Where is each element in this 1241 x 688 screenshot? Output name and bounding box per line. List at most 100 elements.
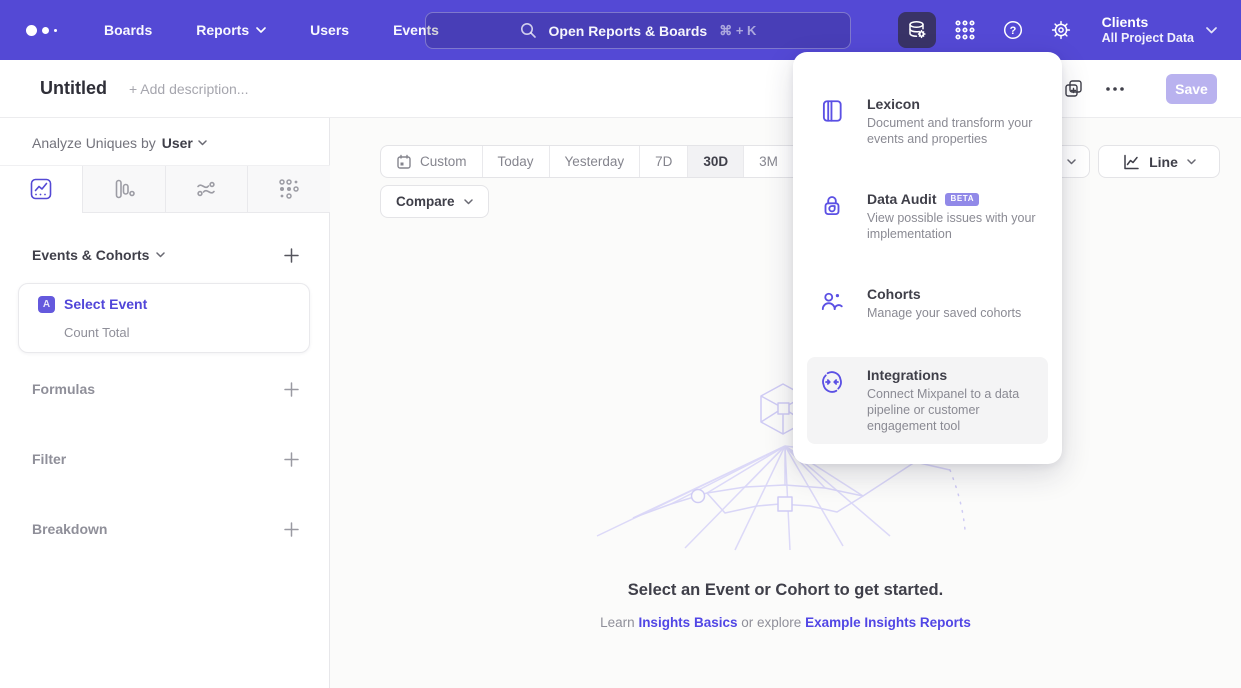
date-range-30d[interactable]: 30D <box>687 146 743 177</box>
menu-item-integrations-description: Connect Mixpanel to a data pipeline or c… <box>867 386 1043 434</box>
tab-bar-chart[interactable] <box>82 166 165 213</box>
date-range-3m[interactable]: 3M <box>743 146 793 177</box>
help-button[interactable]: ? <box>994 12 1032 48</box>
lexicon-book-icon <box>819 96 845 147</box>
empty-state-middle: or explore <box>741 615 801 630</box>
add-description-field[interactable]: + Add description... <box>129 81 248 97</box>
plus-icon <box>284 248 299 263</box>
plus-icon <box>284 522 299 537</box>
chevron-down-icon <box>1206 27 1217 34</box>
help-icon: ? <box>1002 19 1024 41</box>
search-icon <box>520 22 537 39</box>
date-range-today-label: Today <box>498 154 534 169</box>
tab-stacked-chart[interactable] <box>165 166 248 213</box>
add-breakdown-button[interactable] <box>284 522 299 537</box>
svg-text:?: ? <box>1009 25 1016 37</box>
event-card[interactable]: A Select Event Count Total <box>18 283 310 353</box>
chevron-down-icon <box>1067 159 1076 165</box>
filter-label: Filter <box>32 451 66 467</box>
chart-type-label: Line <box>1149 154 1178 170</box>
menu-item-lexicon-title: Lexicon <box>867 96 920 112</box>
apps-grid-button[interactable] <box>946 12 984 48</box>
project-name: Clients <box>1102 14 1194 31</box>
copy-plus-icon <box>1064 79 1083 98</box>
date-range-7d-label: 7D <box>655 154 672 169</box>
breakdown-section: Breakdown <box>32 521 299 537</box>
calendar-icon <box>396 154 412 170</box>
menu-item-data-audit-title: Data Audit <box>867 191 936 207</box>
nav-item-users-label: Users <box>310 22 349 38</box>
date-range-30d-label: 30D <box>703 154 728 169</box>
add-formula-button[interactable] <box>284 382 299 397</box>
date-range-3m-label: 3M <box>759 154 778 169</box>
menu-item-integrations-title: Integrations <box>867 367 947 383</box>
chevron-down-icon <box>198 140 207 146</box>
events-cohorts-label: Events & Cohorts <box>32 247 149 263</box>
gear-icon <box>1050 19 1072 41</box>
global-search-button[interactable]: Open Reports & Boards ⌘ + K <box>425 12 851 49</box>
duplicate-button[interactable] <box>1058 74 1088 104</box>
mixpanel-logo-icon[interactable] <box>26 25 66 36</box>
insights-basics-link[interactable]: Insights Basics <box>638 615 737 630</box>
empty-state: Select an Event or Cohort to get started… <box>330 581 1241 630</box>
date-range-control: Custom Today Yesterday 7D 30D 3M 6M <box>380 145 844 178</box>
menu-item-cohorts-title: Cohorts <box>867 286 921 302</box>
empty-state-title: Select an Event or Cohort to get started… <box>330 581 1241 600</box>
menu-item-integrations[interactable]: Integrations Connect Mixpanel to a data … <box>807 357 1048 444</box>
chevron-down-icon <box>1187 159 1196 165</box>
select-event-button[interactable]: Select Event <box>64 296 147 312</box>
nav-item-boards-label: Boards <box>104 22 152 38</box>
nav-item-reports[interactable]: Reports <box>196 22 266 38</box>
date-range-yesterday-label: Yesterday <box>565 154 625 169</box>
navbar-right: ? Clients All Project Data <box>898 0 1217 60</box>
menu-item-lexicon-description: Document and transform your events and p… <box>867 115 1043 147</box>
empty-state-prefix: Learn <box>600 615 635 630</box>
save-button[interactable]: Save <box>1166 74 1217 104</box>
data-management-menu: Lexicon Document and transform your even… <box>793 52 1062 464</box>
compare-label: Compare <box>396 194 455 209</box>
database-gear-icon <box>906 19 928 41</box>
add-event-button[interactable] <box>284 248 299 263</box>
ellipsis-icon <box>1106 87 1124 91</box>
empty-state-subtitle: Learn Insights Basics or explore Example… <box>330 615 1241 630</box>
example-reports-link[interactable]: Example Insights Reports <box>805 615 971 630</box>
project-selector[interactable]: Clients All Project Data <box>1102 14 1217 46</box>
formulas-section: Formulas <box>32 381 299 397</box>
report-title[interactable]: Untitled <box>40 78 107 99</box>
nav-item-boards[interactable]: Boards <box>104 22 152 38</box>
event-metric-dropdown[interactable]: Count Total <box>64 325 130 340</box>
cohorts-users-icon <box>819 286 845 321</box>
menu-item-lexicon[interactable]: Lexicon Document and transform your even… <box>807 86 1048 157</box>
formulas-label: Formulas <box>32 381 95 397</box>
plus-icon <box>284 452 299 467</box>
analyze-by-dropdown[interactable]: User <box>162 135 207 151</box>
filter-section: Filter <box>32 451 299 467</box>
menu-item-data-audit[interactable]: Data Audit BETA View possible issues wit… <box>807 181 1048 252</box>
date-range-7d[interactable]: 7D <box>639 146 687 177</box>
date-range-today[interactable]: Today <box>482 146 549 177</box>
compare-dropdown[interactable]: Compare <box>380 185 489 218</box>
more-options-button[interactable] <box>1100 74 1130 104</box>
nav-item-reports-label: Reports <box>196 22 249 38</box>
tab-metric-grid[interactable] <box>247 166 330 213</box>
nav-item-users[interactable]: Users <box>310 22 349 38</box>
tab-line-chart[interactable] <box>0 166 82 213</box>
date-range-yesterday[interactable]: Yesterday <box>549 146 640 177</box>
breakdown-label: Breakdown <box>32 521 107 537</box>
data-management-button[interactable] <box>898 12 936 48</box>
settings-button[interactable] <box>1042 12 1080 48</box>
line-chart-icon <box>1122 153 1140 171</box>
menu-item-cohorts[interactable]: Cohorts Manage your saved cohorts <box>807 276 1048 331</box>
search-shortcut: ⌘ + K <box>719 23 756 39</box>
grid-dots-icon <box>954 19 976 41</box>
chart-type-dropdown[interactable]: Line <box>1098 145 1220 178</box>
date-range-custom[interactable]: Custom <box>381 146 482 177</box>
top-navbar: Boards Reports Users Events Open Reports… <box>0 0 1241 60</box>
integrations-sync-icon <box>819 367 845 434</box>
add-filter-button[interactable] <box>284 452 299 467</box>
dots-grid-icon <box>277 177 301 201</box>
flow-chart-icon <box>194 177 218 201</box>
event-letter-badge: A <box>38 296 55 313</box>
bar-chart-icon <box>112 177 136 201</box>
events-cohorts-header[interactable]: Events & Cohorts <box>32 247 165 263</box>
